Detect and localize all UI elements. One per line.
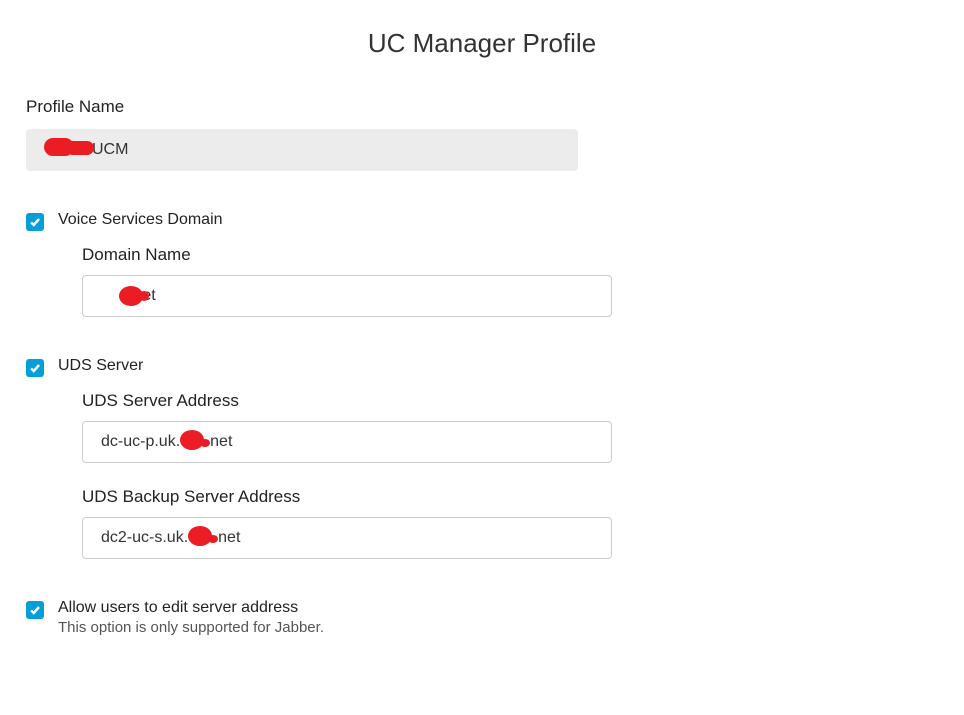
uds-server-checkbox[interactable] bbox=[26, 359, 44, 377]
profile-name-section: Profile Name UCM bbox=[26, 97, 938, 171]
uds-backup-address-input[interactable]: dc2-uc-s.uk. net bbox=[82, 517, 612, 559]
profile-name-value: UCM bbox=[26, 129, 578, 171]
voice-services-checkbox-label: Voice Services Domain bbox=[58, 211, 223, 229]
redaction-icon bbox=[200, 439, 210, 447]
redaction-icon bbox=[208, 535, 218, 543]
redaction-icon bbox=[139, 291, 149, 301]
page-title: UC Manager Profile bbox=[0, 0, 964, 69]
allow-edit-section: Allow users to edit server address This … bbox=[26, 599, 938, 636]
uds-backup-address-suffix: net bbox=[218, 529, 240, 547]
allow-edit-label: Allow users to edit server address bbox=[58, 599, 324, 617]
check-icon bbox=[29, 216, 41, 228]
uds-server-checkbox-label: UDS Server bbox=[58, 357, 143, 375]
uds-server-address-prefix: dc-uc-p.uk. bbox=[101, 433, 180, 451]
uds-server-address-suffix: net bbox=[210, 433, 232, 451]
allow-edit-checkbox[interactable] bbox=[26, 601, 44, 619]
domain-name-input[interactable]: .net bbox=[82, 275, 612, 317]
check-icon bbox=[29, 362, 41, 374]
domain-name-label: Domain Name bbox=[82, 245, 938, 265]
allow-edit-subtext: This option is only supported for Jabber… bbox=[58, 619, 324, 636]
voice-services-section: Voice Services Domain Domain Name .net bbox=[26, 211, 938, 317]
voice-services-checkbox[interactable] bbox=[26, 213, 44, 231]
redaction-icon bbox=[66, 141, 94, 155]
uds-server-address-input[interactable]: dc-uc-p.uk. net bbox=[82, 421, 612, 463]
profile-name-label: Profile Name bbox=[26, 97, 938, 117]
form: Profile Name UCM Voice Services Domain D… bbox=[0, 69, 964, 636]
uds-backup-address-prefix: dc2-uc-s.uk. bbox=[101, 529, 188, 547]
uds-backup-address-label: UDS Backup Server Address bbox=[82, 487, 938, 507]
uds-server-section: UDS Server UDS Server Address dc-uc-p.uk… bbox=[26, 357, 938, 559]
uds-server-address-label: UDS Server Address bbox=[82, 391, 938, 411]
check-icon bbox=[29, 604, 41, 616]
